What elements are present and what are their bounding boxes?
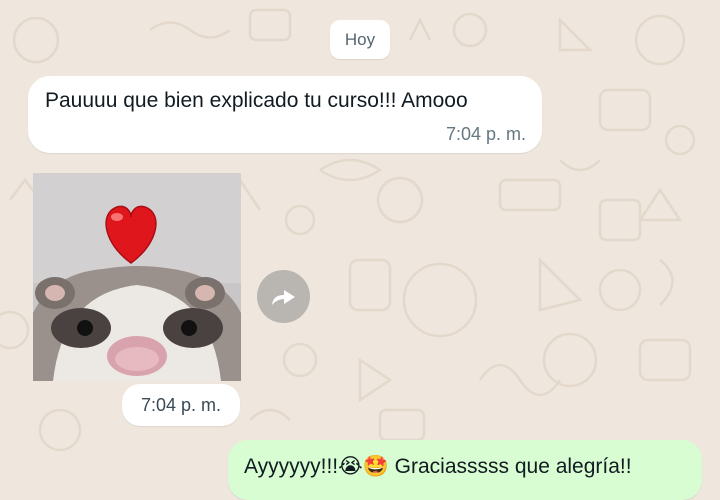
outgoing-message[interactable]: Ayyyyyy!!!😭🤩 Graciasssss que alegría!! bbox=[228, 440, 702, 500]
forward-icon bbox=[271, 289, 295, 305]
heart-ferret-sticker bbox=[33, 173, 241, 381]
incoming-message[interactable]: Pauuuu que bien explicado tu curso!!! Am… bbox=[28, 76, 542, 153]
sticker-time-label: 7:04 p. m. bbox=[140, 394, 222, 415]
message-timestamp: 7:04 p. m. bbox=[445, 124, 526, 144]
forward-button[interactable] bbox=[257, 270, 310, 323]
sticker-timestamp: 7:04 p. m. bbox=[122, 384, 240, 426]
date-label: Hoy bbox=[344, 29, 376, 49]
date-separator: Hoy bbox=[330, 20, 390, 59]
message-text: Pauuuu que bien explicado tu curso!!! Am… bbox=[45, 89, 468, 112]
sticker-message[interactable] bbox=[33, 173, 241, 381]
